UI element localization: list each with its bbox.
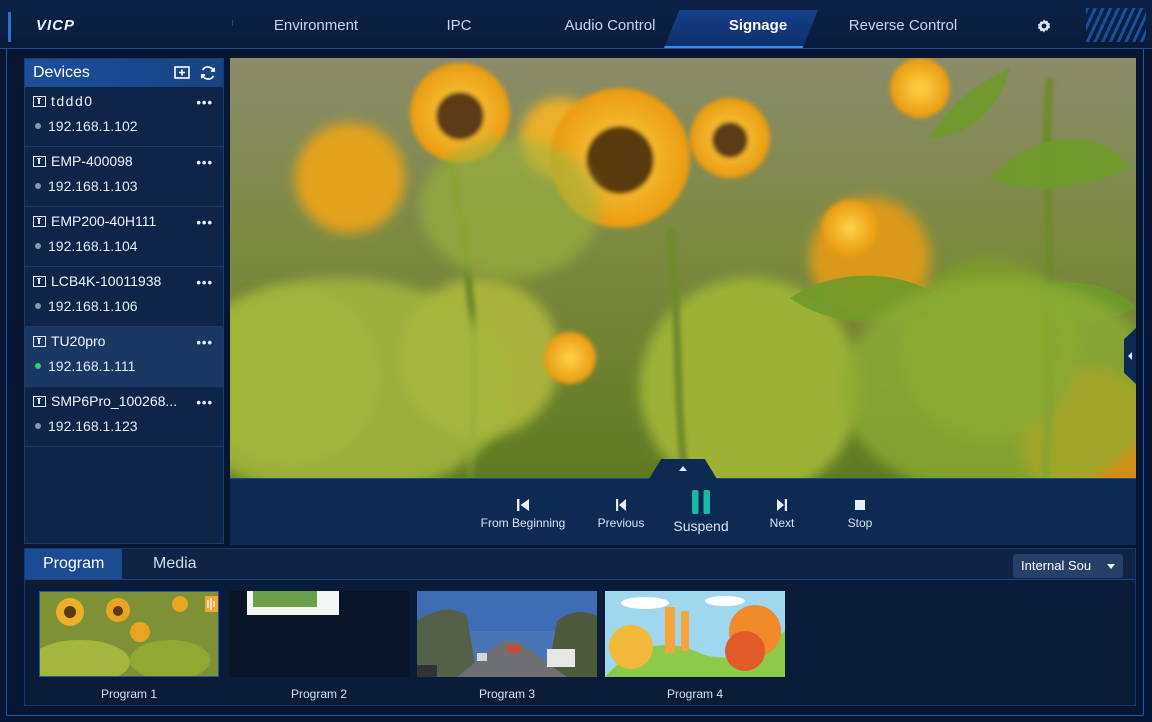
more-icon[interactable]: •••: [196, 95, 213, 110]
device-ip: 192.168.1.111: [48, 358, 136, 374]
device-item[interactable]: EMP200-40H111 ••• 192.168.1.104: [25, 207, 223, 267]
playback-controls: From Beginning Previous Suspend Next Sto…: [230, 459, 1136, 545]
frame-accent-right: [1086, 8, 1146, 42]
status-dot: [35, 423, 41, 429]
device-ip: 192.168.1.123: [48, 418, 138, 434]
devices-header: Devices: [25, 59, 223, 87]
tab-environment[interactable]: Environment: [266, 14, 366, 38]
previous-icon: [616, 499, 626, 511]
program-label: Program 1: [100, 687, 158, 701]
program-2-preview: [229, 591, 409, 677]
status-dot: [35, 243, 41, 249]
from-beginning-label: From Beginning: [480, 516, 566, 530]
source-select-value: Internal Sou: [1021, 558, 1092, 573]
stop-label: Stop: [847, 516, 873, 530]
devices-title: Devices: [33, 64, 90, 81]
preview-screen: [230, 58, 1136, 478]
next-button[interactable]: Next: [760, 497, 804, 530]
device-ip: 192.168.1.103: [48, 178, 138, 194]
more-icon[interactable]: •••: [196, 395, 213, 410]
tv-icon: [33, 275, 46, 287]
program-thumbnail[interactable]: [417, 591, 597, 677]
tab-reverse-control[interactable]: Reverse Control: [836, 14, 970, 38]
pause-icon: [692, 490, 710, 514]
next-icon: [777, 499, 787, 511]
program-label: Program 4: [666, 687, 724, 701]
tv-icon: [33, 335, 46, 347]
program-label: Program 3: [478, 687, 536, 701]
tv-icon: [33, 95, 46, 107]
device-name: EMP200-40H111: [51, 213, 157, 229]
program-tabs: Program Media Internal Sou: [25, 549, 1135, 580]
frame-accent-left: [8, 12, 11, 42]
more-icon[interactable]: •••: [196, 275, 213, 290]
status-dot-online: [35, 363, 41, 369]
tab-signage[interactable]: Signage: [716, 14, 800, 38]
suspend-label: Suspend: [673, 518, 729, 534]
device-item[interactable]: SMP6Pro_100268... ••• 192.168.1.123: [25, 387, 223, 447]
gear-icon[interactable]: [1036, 18, 1052, 34]
devices-panel: Devices tddd0 ••• 192.168.1.102 EMP-4000…: [24, 58, 224, 544]
program-4-preview: [605, 591, 785, 677]
device-name: SMP6Pro_100268...: [51, 393, 178, 409]
tv-icon: [33, 395, 46, 407]
more-icon[interactable]: •••: [196, 335, 213, 350]
device-item[interactable]: tddd0 ••• 192.168.1.102: [25, 87, 223, 147]
from-beginning-button[interactable]: From Beginning: [476, 497, 570, 530]
device-ip: 192.168.1.102: [48, 118, 138, 134]
program-label: Program 2: [290, 687, 348, 701]
program-thumbnail[interactable]: [39, 591, 219, 677]
program-3-preview: [417, 591, 597, 677]
device-ip: 192.168.1.106: [48, 298, 138, 314]
device-name: TU20pro: [51, 333, 106, 349]
stop-icon: [855, 500, 865, 510]
tab-program[interactable]: Program: [25, 549, 123, 579]
status-dot: [35, 303, 41, 309]
device-name: tddd0: [51, 93, 94, 109]
more-icon[interactable]: •••: [196, 155, 213, 170]
top-nav-bar: VICP Environment IPC Audio Control Signa…: [0, 0, 1152, 49]
app-logo: VICP: [36, 17, 76, 34]
program-1-preview: [40, 592, 218, 676]
tab-audio-control[interactable]: Audio Control: [554, 14, 666, 38]
nav-separator: [232, 20, 233, 26]
caret-down-icon: [1107, 564, 1115, 569]
previous-button[interactable]: Previous: [590, 497, 652, 530]
previous-label: Previous: [597, 516, 645, 530]
next-label: Next: [769, 516, 795, 530]
status-dot: [35, 123, 41, 129]
tab-ipc[interactable]: IPC: [434, 14, 484, 38]
refresh-icon[interactable]: [199, 64, 217, 82]
more-icon[interactable]: •••: [196, 215, 213, 230]
suspend-button[interactable]: Suspend: [666, 489, 736, 534]
program-thumbnail[interactable]: [605, 591, 785, 677]
tab-media[interactable]: Media: [135, 549, 215, 579]
tv-icon: [33, 155, 46, 167]
device-name: EMP-400098: [51, 153, 133, 169]
program-panel: Program Media Internal Sou Program 1 Pro…: [24, 548, 1136, 706]
program-thumbnail[interactable]: [229, 591, 409, 677]
skip-to-start-icon: [517, 499, 529, 511]
device-name: LCB4K-10011938: [51, 273, 162, 289]
preview-image: [230, 58, 1136, 478]
device-item-selected[interactable]: TU20pro ••• 192.168.1.111: [25, 327, 223, 387]
source-select[interactable]: Internal Sou: [1013, 554, 1123, 578]
status-dot: [35, 183, 41, 189]
add-screen-icon[interactable]: [173, 64, 191, 82]
tv-icon: [33, 215, 46, 227]
stop-button[interactable]: Stop: [838, 497, 882, 530]
device-ip: 192.168.1.104: [48, 238, 138, 254]
device-item[interactable]: EMP-400098 ••• 192.168.1.103: [25, 147, 223, 207]
device-item[interactable]: LCB4K-10011938 ••• 192.168.1.106: [25, 267, 223, 327]
